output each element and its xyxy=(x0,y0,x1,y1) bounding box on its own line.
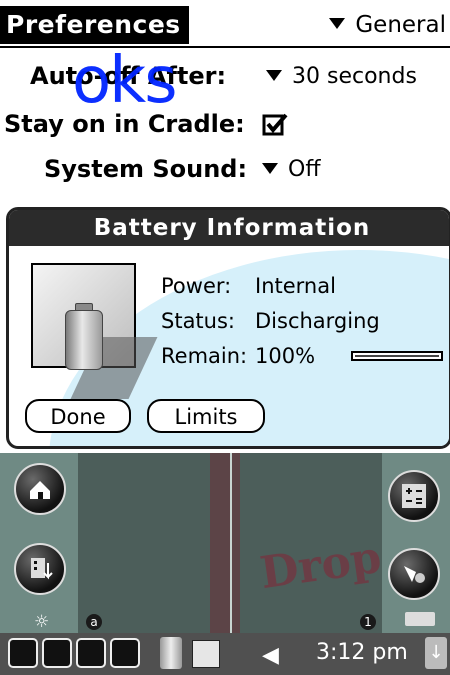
status-copy-icon[interactable] xyxy=(192,640,220,668)
auto-off-dropdown[interactable]: 30 seconds xyxy=(266,64,417,89)
input-area-icon[interactable]: ↓ xyxy=(425,637,447,669)
dropdown-arrow-icon xyxy=(329,18,346,29)
power-value: Internal xyxy=(255,274,336,298)
left-launcher-page-marker: a xyxy=(86,614,102,630)
dialog-title: Battery Information xyxy=(9,210,449,246)
applications-icon[interactable] xyxy=(14,543,66,595)
status-value: Discharging xyxy=(255,309,380,333)
done-button[interactable]: Done xyxy=(25,399,131,433)
category-dropdown[interactable]: General xyxy=(329,6,446,44)
power-label: Power: xyxy=(161,274,232,298)
remain-label: Remain: xyxy=(161,344,248,368)
speaker-icon[interactable]: ◀ xyxy=(262,643,279,668)
battery-dialog: Battery Information Power: Internal Stat… xyxy=(6,207,450,449)
home-icon[interactable] xyxy=(14,463,66,515)
system-sound-label: System Sound: xyxy=(44,155,248,183)
battery-image-frame xyxy=(31,263,158,399)
status-home-icon[interactable] xyxy=(8,638,38,668)
status-applications-icon[interactable] xyxy=(42,638,72,668)
dropdown-arrow-icon xyxy=(266,69,282,81)
battery-level-fill xyxy=(355,355,439,357)
battery-icon xyxy=(65,310,103,370)
auto-off-value: 30 seconds xyxy=(292,64,417,89)
status-menu-icon[interactable] xyxy=(110,638,140,668)
status-time[interactable]: 3:12 pm xyxy=(316,640,408,665)
system-sound-dropdown[interactable]: Off xyxy=(262,157,320,182)
status-label: Status: xyxy=(161,309,235,333)
category-value: General xyxy=(355,12,446,38)
app-title[interactable]: Preferences xyxy=(0,6,189,44)
launcher-divider xyxy=(230,453,232,633)
keyboard-icon[interactable] xyxy=(405,612,435,626)
battery-level-bar xyxy=(351,351,443,361)
right-launcher-page-marker: 1 xyxy=(360,614,376,630)
system-sound-value: Off xyxy=(288,157,321,182)
dropdown-arrow-icon xyxy=(262,162,278,174)
brightness-icon[interactable]: ☼ xyxy=(34,612,49,632)
launcher-decoration xyxy=(210,453,240,633)
status-battery-icon[interactable] xyxy=(160,637,182,669)
stay-on-cradle-checkbox[interactable] xyxy=(262,112,288,138)
calculator-icon[interactable] xyxy=(388,470,440,522)
limits-button[interactable]: Limits xyxy=(147,399,265,433)
watermark-overlay: oks xyxy=(72,44,178,118)
status-find-icon[interactable] xyxy=(76,638,106,668)
find-icon[interactable] xyxy=(388,548,440,600)
remain-value: 100% xyxy=(255,344,316,368)
